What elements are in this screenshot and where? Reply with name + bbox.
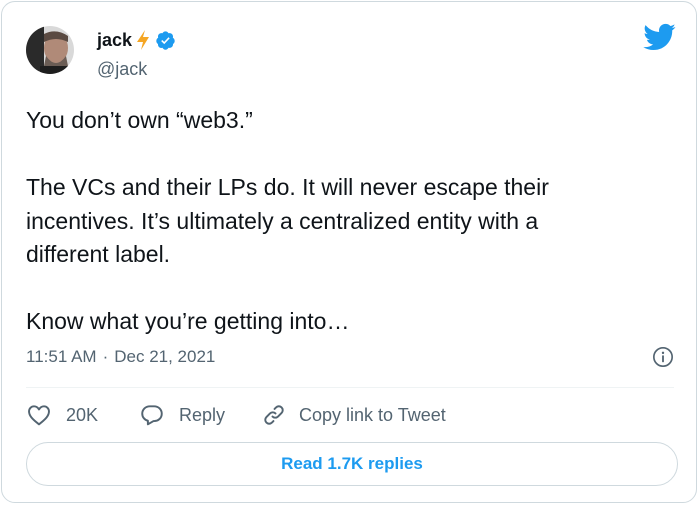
avatar[interactable] bbox=[26, 26, 74, 74]
tweet-text: You don’t own “web3.” The VCs and their … bbox=[26, 107, 549, 334]
link-icon bbox=[264, 405, 284, 425]
like-count: 20K bbox=[66, 404, 99, 425]
read-replies-button[interactable]: Read 1.7K replies bbox=[26, 442, 678, 486]
avatar-photo bbox=[26, 26, 74, 74]
like-button[interactable]: 20K bbox=[26, 402, 139, 428]
verified-badge-icon bbox=[156, 30, 175, 50]
reply-bubble-icon bbox=[141, 405, 163, 426]
tweet-actions: 20K Reply Copy link to Tweet bbox=[26, 400, 446, 430]
heart-icon bbox=[28, 405, 50, 426]
copy-link-button[interactable]: Copy link to Tweet bbox=[261, 402, 446, 428]
author-name-row[interactable]: jack bbox=[97, 27, 176, 53]
lightning-bolt-icon bbox=[137, 30, 150, 50]
tweet-timestamp[interactable]: 11:51 AM · Dec 21, 2021 bbox=[26, 345, 215, 369]
reply-button[interactable]: Reply bbox=[139, 402, 261, 428]
author-name[interactable]: jack bbox=[97, 27, 132, 53]
tweet-date[interactable]: Dec 21, 2021 bbox=[114, 345, 215, 369]
divider bbox=[26, 387, 674, 388]
tweet-card: jack @jack You don’t own “web3.” The VCs… bbox=[1, 1, 697, 503]
tweet-time[interactable]: 11:51 AM bbox=[26, 345, 97, 369]
author-handle[interactable]: @jack bbox=[97, 57, 147, 81]
meta-separator: · bbox=[102, 347, 109, 366]
twitter-bird-icon[interactable] bbox=[642, 22, 676, 52]
info-icon[interactable] bbox=[652, 346, 674, 368]
read-replies-label: Read 1.7K replies bbox=[281, 454, 423, 473]
reply-label: Reply bbox=[179, 404, 226, 425]
copy-link-label: Copy link to Tweet bbox=[299, 404, 446, 425]
